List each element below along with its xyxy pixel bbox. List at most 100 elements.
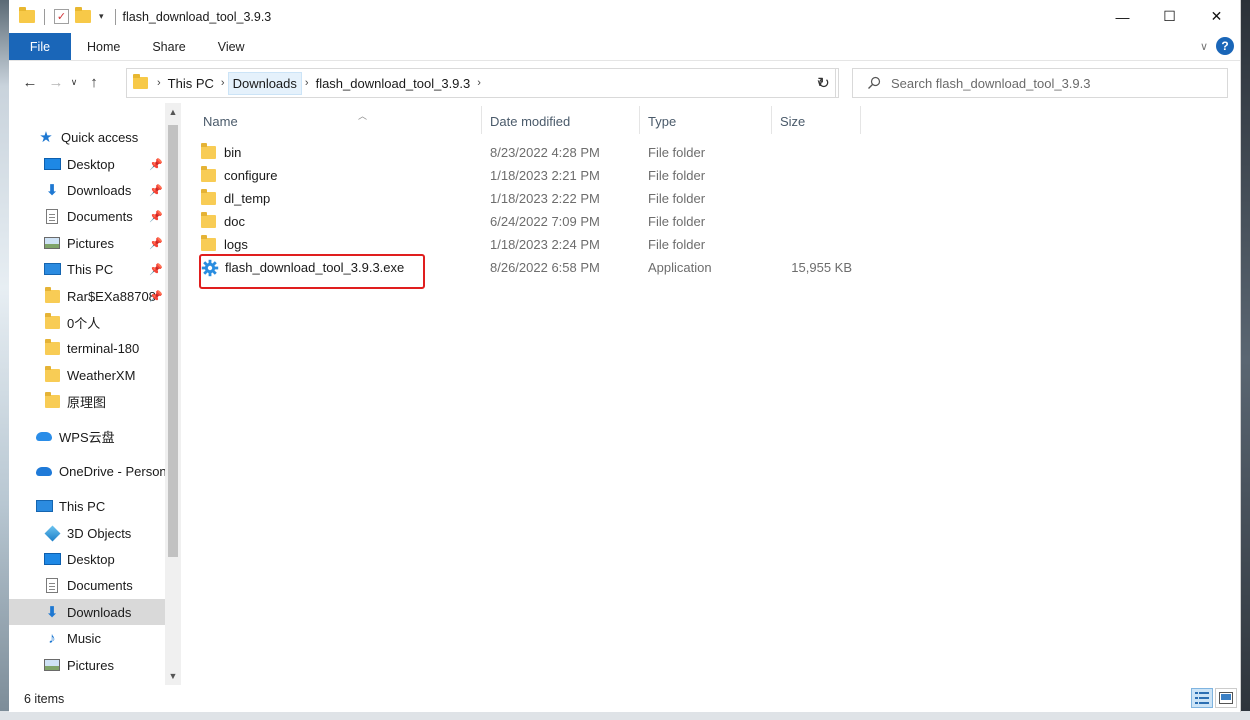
pin-icon[interactable]: 📌: [149, 210, 163, 223]
file-name-cell: doc: [201, 210, 245, 233]
nav-this-pc[interactable]: This PC: [9, 493, 165, 519]
pin-icon[interactable]: 📌: [149, 158, 163, 171]
address-row: ← → ∨ ↑ › This PC › Downloads › flash_do…: [9, 61, 1240, 103]
column-header-size[interactable]: Size: [780, 110, 805, 132]
nav-item-pictures[interactable]: Pictures 📌: [9, 230, 165, 256]
expand-ribbon-chevron-icon[interactable]: ∨: [1200, 40, 1208, 53]
address-bar[interactable]: › This PC › Downloads › flash_download_t…: [126, 68, 836, 98]
nav-item-folder-personal[interactable]: 0个人: [9, 309, 165, 335]
minimize-button[interactable]: —: [1099, 0, 1146, 33]
column-divider[interactable]: [860, 106, 861, 134]
nav-item-3d-objects[interactable]: 3D Objects: [9, 520, 165, 546]
column-divider[interactable]: [771, 106, 772, 134]
nav-item-weatherxm[interactable]: WeatherXM: [9, 362, 165, 388]
column-divider[interactable]: [481, 106, 482, 134]
nav-item-pc-music[interactable]: ♪ Music: [9, 625, 165, 651]
breadcrumb-current-folder[interactable]: flash_download_tool_3.9.3: [312, 76, 475, 91]
nav-label: Documents: [67, 577, 133, 593]
breadcrumb-this-pc[interactable]: This PC: [164, 76, 218, 91]
refresh-icon: ↻: [817, 75, 830, 92]
close-button[interactable]: ✕: [1193, 0, 1240, 33]
music-icon: ♪: [48, 629, 56, 647]
breadcrumb-separator[interactable]: ›: [154, 77, 164, 89]
nav-label: Desktop: [67, 156, 115, 172]
recent-locations-chevron-icon[interactable]: ∨: [67, 77, 81, 88]
view-toggle-group: [1191, 688, 1237, 708]
tab-view[interactable]: View: [202, 40, 261, 54]
tab-file[interactable]: File: [9, 33, 71, 60]
maximize-button[interactable]: ☐: [1146, 0, 1193, 33]
customize-toolbar-dropdown-icon[interactable]: ▾: [99, 11, 104, 22]
navigation-scrollbar[interactable]: ▲ ▼: [165, 103, 181, 685]
nav-item-documents[interactable]: Documents 📌: [9, 203, 165, 229]
pin-icon[interactable]: 📌: [149, 184, 163, 197]
back-arrow-icon[interactable]: ←: [19, 74, 41, 91]
nav-item-pc-pictures[interactable]: Pictures: [9, 652, 165, 678]
file-type: File folder: [648, 145, 706, 160]
column-header-type[interactable]: Type: [648, 110, 676, 132]
nav-label: Documents: [67, 208, 133, 224]
file-type: Application: [648, 260, 712, 275]
nav-item-pc-documents[interactable]: Documents: [9, 572, 165, 598]
nav-label: Pictures: [67, 657, 114, 673]
file-row-doc[interactable]: doc 6/24/2022 7:09 PM File folder: [201, 210, 881, 233]
nav-onedrive[interactable]: OneDrive - Personal: [9, 458, 165, 484]
nav-quick-access[interactable]: ★ Quick access: [9, 124, 165, 150]
scroll-down-icon[interactable]: ▼: [165, 671, 181, 681]
search-icon: [868, 76, 881, 89]
nav-label: Downloads: [67, 182, 132, 198]
search-box[interactable]: Search flash_download_tool_3.9.3: [852, 68, 1228, 98]
documents-icon: [43, 208, 61, 224]
nav-item-rar-folder[interactable]: Rar$EXa88708 📌: [9, 283, 165, 309]
forward-arrow-icon[interactable]: →: [45, 74, 67, 91]
folder-icon: [43, 312, 61, 330]
column-header-name[interactable]: Name ︿: [203, 110, 481, 132]
pin-icon[interactable]: 📌: [149, 263, 163, 276]
tab-share[interactable]: Share: [136, 40, 201, 54]
details-view-button[interactable]: [1191, 688, 1213, 708]
new-folder-icon[interactable]: [75, 7, 91, 23]
downloads-icon: ⬇: [45, 604, 59, 621]
documents-icon: [43, 577, 61, 593]
properties-check-icon[interactable]: ✓: [54, 9, 69, 24]
navigation-pane: ★ Quick access Desktop 📌 ⬇ Downloads 📌 D…: [9, 103, 181, 685]
help-icon[interactable]: ?: [1216, 37, 1234, 55]
breadcrumb-separator[interactable]: ›: [218, 77, 228, 89]
nav-label: Downloads: [67, 604, 132, 620]
nav-wps-cloud[interactable]: WPS云盘: [9, 423, 165, 449]
refresh-button[interactable]: ↻: [809, 68, 839, 98]
file-row-bin[interactable]: bin 8/23/2022 4:28 PM File folder: [201, 141, 881, 164]
large-icons-view-button[interactable]: [1215, 688, 1237, 708]
file-row-logs[interactable]: logs 1/18/2023 2:24 PM File folder: [201, 233, 881, 256]
file-name: doc: [224, 214, 245, 229]
pin-icon[interactable]: 📌: [149, 237, 163, 250]
nav-item-downloads[interactable]: ⬇ Downloads 📌: [9, 177, 165, 203]
breadcrumb-separator[interactable]: ›: [302, 77, 312, 89]
tab-home[interactable]: Home: [71, 40, 136, 54]
breadcrumb-downloads[interactable]: Downloads: [227, 71, 302, 95]
scrollbar-thumb[interactable]: [168, 125, 178, 557]
nav-item-schematics[interactable]: 原理图: [9, 388, 165, 414]
desktop-background-right: [1240, 0, 1250, 720]
nav-item-pc-desktop[interactable]: Desktop: [9, 546, 165, 572]
nav-item-this-pc-pinned[interactable]: This PC 📌: [9, 256, 165, 282]
file-type: File folder: [648, 214, 706, 229]
breadcrumb-separator[interactable]: ›: [474, 77, 484, 89]
details-view-icon: [1195, 692, 1209, 704]
file-row-configure[interactable]: configure 1/18/2023 2:21 PM File folder: [201, 164, 881, 187]
nav-item-desktop[interactable]: Desktop 📌: [9, 151, 165, 177]
scroll-up-icon[interactable]: ▲: [165, 107, 181, 117]
pin-icon[interactable]: 📌: [149, 290, 163, 303]
file-type: File folder: [648, 237, 706, 252]
search-input[interactable]: Search flash_download_tool_3.9.3: [891, 76, 1090, 91]
nav-label: OneDrive - Personal: [59, 463, 165, 479]
file-row-dl-temp[interactable]: dl_temp 1/18/2023 2:22 PM File folder: [201, 187, 881, 210]
nav-item-pc-downloads[interactable]: ⬇ Downloads: [9, 599, 165, 625]
folder-icon: [19, 7, 35, 23]
nav-label: Pictures: [67, 235, 114, 251]
column-header-date-modified[interactable]: Date modified: [490, 110, 570, 132]
up-arrow-icon[interactable]: ↑: [83, 74, 105, 91]
nav-item-terminal-180[interactable]: terminal-180: [9, 335, 165, 361]
folder-icon: [43, 391, 61, 409]
column-divider[interactable]: [639, 106, 640, 134]
